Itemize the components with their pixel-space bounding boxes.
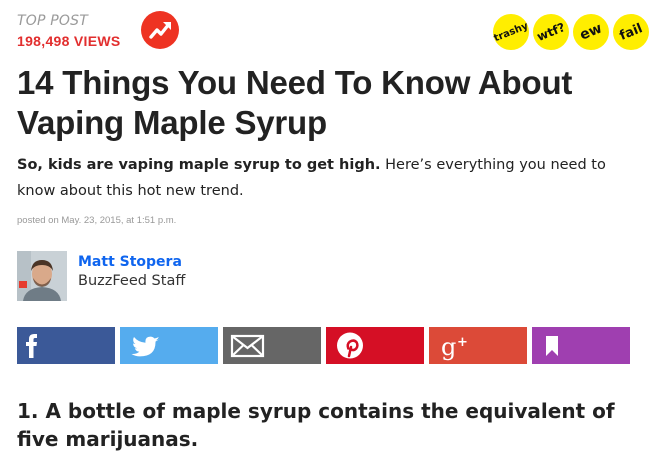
- share-facebook-button[interactable]: [17, 327, 115, 364]
- reaction-fail-badge[interactable]: fail: [607, 8, 655, 56]
- author-byline: Matt Stopera BuzzFeed Staff: [17, 251, 185, 301]
- reaction-trashy-badge[interactable]: trashy: [487, 8, 535, 56]
- bookmark-button[interactable]: [532, 327, 630, 364]
- svg-text:g: g: [441, 333, 456, 361]
- twitter-icon: [120, 327, 218, 364]
- reaction-wtf-badge[interactable]: wtf?: [527, 8, 575, 56]
- mail-icon: [223, 327, 321, 364]
- description-lead: So, kids are vaping maple syrup to get h…: [17, 157, 381, 173]
- top-post-label: TOP POST: [17, 13, 88, 29]
- avatar[interactable]: [17, 251, 67, 301]
- share-pinterest-button[interactable]: [326, 327, 424, 364]
- reaction-badges: trashy wtf? ew fail: [487, 8, 655, 56]
- pinterest-icon: [326, 327, 424, 364]
- article-title: 14 Things You Need To Know About Vaping …: [17, 64, 573, 141]
- facebook-icon: [17, 327, 115, 364]
- author-name-link[interactable]: Matt Stopera: [78, 254, 185, 270]
- view-count: 198,498 VIEWS: [17, 33, 121, 49]
- share-email-button[interactable]: [223, 327, 321, 364]
- share-google-plus-button[interactable]: g +: [429, 327, 527, 364]
- trending-badge[interactable]: [141, 11, 179, 49]
- author-role: BuzzFeed Staff: [78, 273, 186, 289]
- bookmark-icon: [532, 327, 630, 364]
- share-twitter-button[interactable]: [120, 327, 218, 364]
- trending-arrow-icon: [149, 22, 171, 39]
- post-stats: TOP POST 198,498 VIEWS: [17, 13, 121, 49]
- reaction-ew-badge[interactable]: ew: [567, 8, 615, 56]
- article-description: So, kids are vaping maple syrup to get h…: [17, 152, 647, 204]
- svg-text:+: +: [457, 335, 468, 350]
- google-plus-icon: g +: [429, 327, 527, 364]
- share-buttons: g +: [17, 327, 630, 364]
- posted-date: posted on May. 23, 2015, at 1:51 p.m.: [17, 215, 177, 226]
- list-item-heading: 1. A bottle of maple syrup contains the …: [17, 399, 615, 451]
- author-photo: [17, 251, 67, 301]
